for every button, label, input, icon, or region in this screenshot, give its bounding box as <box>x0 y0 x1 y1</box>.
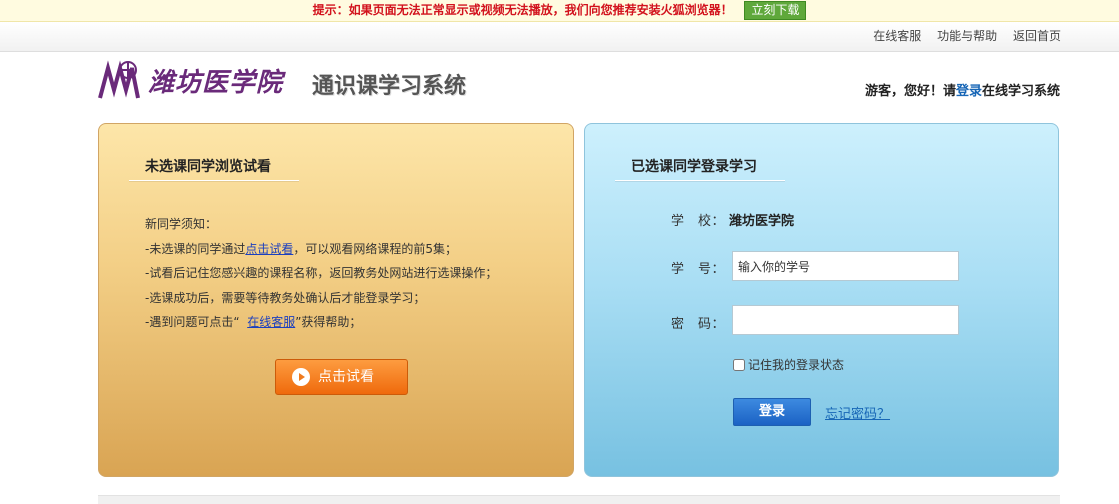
password-input[interactable] <box>732 305 959 335</box>
play-icon <box>292 368 310 386</box>
remember-me[interactable]: 记住我的登录状态 <box>733 356 844 373</box>
system-name: 通识课学习系统 <box>312 74 467 99</box>
download-button[interactable]: 立刻下载 <box>744 1 807 20</box>
help-link[interactable]: 功能与帮助 <box>937 29 997 43</box>
notes-line-1: -未选课的同学通过点击试看，可以观看网络课程的前5集； <box>145 237 497 262</box>
school-label: 学 校： <box>671 214 726 229</box>
login-panel-title: 已选课同学登录学习 <box>615 156 785 181</box>
password-row: 密 码： <box>671 313 729 332</box>
trial-link[interactable]: 点击试看 <box>245 242 293 256</box>
notes-line-4-end: ”获得帮助； <box>295 315 362 329</box>
notes-line-1-end: ，可以观看网络课程的前5集； <box>293 241 457 256</box>
notes-line-1-text: -未选课的同学通过 <box>145 241 246 256</box>
student-id-label: 学 号： <box>671 262 726 277</box>
school-row: 学 校： 潍坊医学院 <box>671 210 794 229</box>
greeting: 游客，您好！请登录在线学习系统 <box>865 80 1060 99</box>
trial-panel-title: 未选课同学浏览试看 <box>129 156 299 181</box>
greet-suffix: 在线学习系统 <box>981 84 1060 99</box>
site-logo: 潍坊医学院 通识课学习系统 <box>98 58 498 106</box>
notes-line-4-text: -遇到问题可点击“ <box>145 315 240 329</box>
login-button[interactable]: 登录 <box>733 398 811 426</box>
school-emblem-icon <box>98 60 140 99</box>
login-panel: 已选课同学登录学习 学 校：潍坊医学院 学 号： 密 码： 记住我的登录状态 登… <box>584 123 1059 477</box>
notice-message: 提示：如果页面无法正常显示或视频无法播放，我们向您推荐安装火狐浏览器！ <box>312 3 733 17</box>
notes-intro: 新同学须知： <box>145 217 218 231</box>
trial-panel: 未选课同学浏览试看 新同学须知： -未选课的同学通过点击试看，可以观看网络课程的… <box>98 123 574 477</box>
home-link[interactable]: 返回首页 <box>1013 29 1061 43</box>
top-links: 在线客服 功能与帮助 返回首页 <box>861 22 1061 51</box>
notice-bar: 提示：如果页面无法正常显示或视频无法播放，我们向您推荐安装火狐浏览器！ 立刻下载 <box>0 0 1119 22</box>
student-id-input[interactable] <box>732 251 959 281</box>
login-link[interactable]: 登录 <box>956 84 982 99</box>
password-label: 密 码： <box>671 317 726 332</box>
school-name-logo: 潍坊医学院 <box>148 68 284 98</box>
notes-line-2: -试看后记住您感兴趣的课程名称，返回教务处网站进行选课操作； <box>145 266 498 280</box>
online-service-inline-link[interactable]: 在线客服 <box>247 315 295 329</box>
online-service-link[interactable]: 在线客服 <box>873 29 921 43</box>
trial-button-label: 点击试看 <box>318 369 374 385</box>
forgot-password-link[interactable]: 忘记密码？ <box>825 403 890 422</box>
student-id-row: 学 号： <box>671 258 729 277</box>
notes-line-4: -遇到问题可点击“ 在线客服”获得帮助； <box>145 310 497 335</box>
notes-line-3: -选课成功后，需要等待教务处确认后才能登录学习； <box>145 290 426 305</box>
school-value: 潍坊医学院 <box>729 214 795 229</box>
greet-prefix: 游客，您好！请 <box>864 84 956 99</box>
remember-checkbox[interactable] <box>733 358 745 371</box>
newcomer-notes: 新同学须知： -未选课的同学通过点击试看，可以观看网络课程的前5集； -试看后记… <box>145 212 497 335</box>
remember-label: 记住我的登录状态 <box>748 358 845 372</box>
trial-button[interactable]: 点击试看 <box>275 359 408 395</box>
top-links-bar: 在线客服 功能与帮助 返回首页 <box>0 22 1119 52</box>
